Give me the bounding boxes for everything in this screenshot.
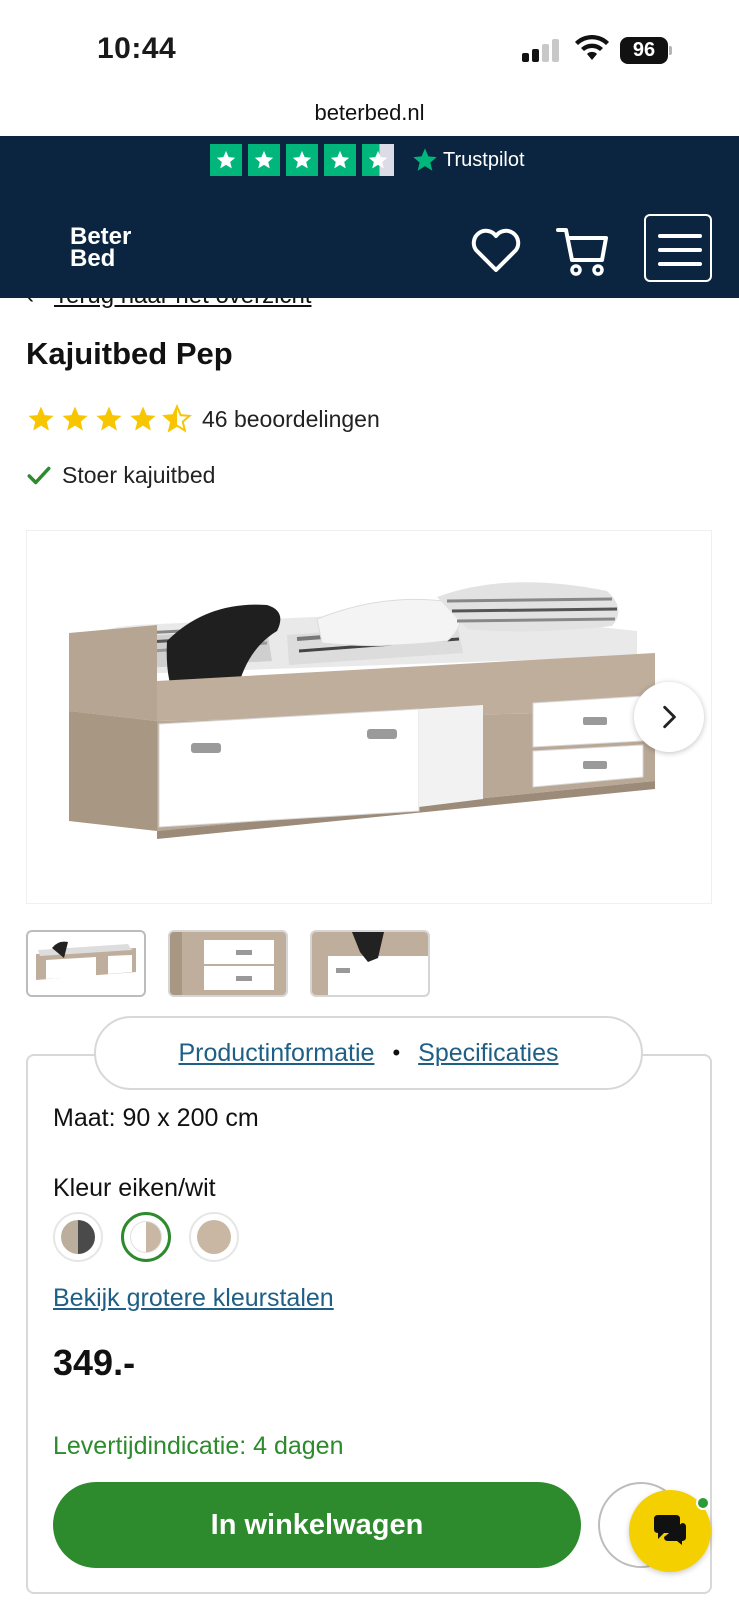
beter-bed-logo[interactable]: Beter Bed — [24, 196, 134, 286]
back-link-label: Terug naar het overzicht — [54, 298, 311, 309]
bed-illustration — [69, 582, 655, 839]
gallery-next-button[interactable] — [634, 682, 704, 752]
tab-specificaties[interactable]: Specificaties — [418, 1039, 558, 1068]
thumbnail-3[interactable] — [310, 930, 430, 997]
heart-icon[interactable] — [470, 228, 522, 274]
back-link-container: ‹ Terug naar het overzicht — [0, 298, 739, 314]
thumbnail-strip — [26, 930, 430, 997]
checkmark-icon — [27, 466, 51, 484]
trustpilot-logo-star-icon — [413, 148, 437, 171]
add-to-cart-button[interactable]: In winkelwagen — [53, 1482, 581, 1568]
color-swatches — [53, 1212, 239, 1262]
product-usp: Stoer kajuitbed — [26, 462, 215, 489]
cart-icon[interactable] — [556, 226, 610, 278]
trustpilot-bar[interactable]: Trustpilot — [0, 136, 739, 184]
tab-productinformatie[interactable]: Productinformatie — [179, 1039, 375, 1068]
product-price: 349.- — [53, 1342, 136, 1383]
chat-online-indicator — [696, 1496, 710, 1510]
review-count: 46 beoordelingen — [202, 405, 380, 432]
trustpilot-star-icon — [324, 144, 356, 176]
trustpilot-star-icon — [248, 144, 280, 176]
thumbnail-2[interactable] — [168, 930, 288, 997]
tab-separator: • — [392, 1040, 401, 1065]
wifi-icon — [575, 34, 609, 60]
star-icon — [62, 406, 88, 431]
chevron-right-icon — [663, 705, 676, 729]
site-header: Beter Bed — [0, 184, 739, 298]
trustpilot-star-icon — [286, 144, 318, 176]
product-image[interactable] — [26, 530, 712, 904]
trustpilot-label: Trustpilot — [443, 148, 525, 171]
status-bar: 10:44 96 — [0, 0, 739, 90]
star-icon — [130, 406, 156, 431]
color-samples-link[interactable]: Bekijk grotere kleurstalen — [53, 1284, 334, 1313]
trustpilot-logo: Trustpilot — [411, 144, 525, 176]
swatch-grey-oak[interactable] — [53, 1212, 103, 1262]
battery-level: 96 — [620, 37, 668, 64]
color-label: Kleur eiken/wit — [53, 1174, 216, 1202]
size-label: Maat: 90 x 200 cm — [53, 1104, 259, 1132]
trustpilot-stars — [210, 144, 394, 176]
menu-button[interactable] — [644, 214, 712, 282]
url-bar[interactable]: beterbed.nl — [0, 90, 739, 136]
chevron-left-icon: ‹ — [26, 298, 34, 309]
thumbnail-1[interactable] — [26, 930, 146, 997]
star-icon — [96, 406, 122, 431]
swatch-oak-white[interactable] — [121, 1212, 171, 1262]
info-tabs: Productinformatie • Specificaties — [94, 1016, 643, 1090]
swatch-oak[interactable] — [189, 1212, 239, 1262]
battery-icon: 96 — [620, 37, 672, 64]
status-time: 10:44 — [97, 32, 177, 65]
product-rating[interactable]: 46 beoordelingen — [26, 404, 380, 434]
product-title: Kajuitbed Pep — [26, 336, 233, 371]
delivery-indication: Levertijdindicatie: 4 dagen — [53, 1432, 344, 1460]
logo-line2: Bed — [70, 245, 116, 272]
back-link[interactable]: ‹ Terug naar het overzicht — [26, 298, 311, 310]
trustpilot-star-icon — [210, 144, 242, 176]
star-icon — [28, 406, 54, 431]
trustpilot-half-star-icon — [362, 144, 394, 176]
cellular-signal-icon — [522, 38, 562, 62]
chat-bubble-icon — [654, 1515, 686, 1545]
usp-label: Stoer kajuitbed — [62, 462, 216, 488]
add-to-cart-label: In winkelwagen — [210, 1508, 424, 1541]
half-star-icon — [162, 404, 192, 433]
